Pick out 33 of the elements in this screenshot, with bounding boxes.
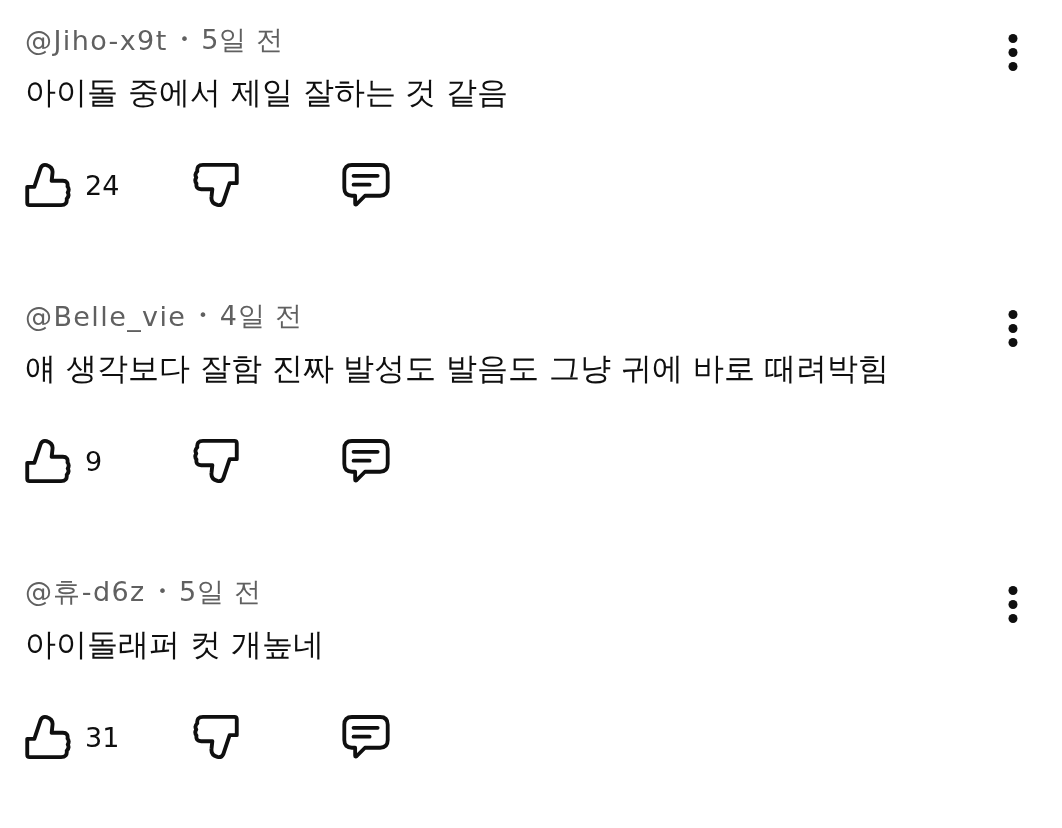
dislike-button[interactable] <box>193 438 239 484</box>
comment-text: 아이돌래퍼 컷 개높네 <box>25 625 325 664</box>
more-options-icon[interactable] <box>1008 310 1018 347</box>
reply-button[interactable] <box>342 163 390 207</box>
thumbs-down-icon <box>193 714 239 760</box>
more-options-icon[interactable] <box>1008 586 1018 623</box>
thumbs-up-icon <box>25 438 71 484</box>
thumbs-down-icon <box>193 162 239 208</box>
thumbs-down-icon <box>193 438 239 484</box>
separator-dot: • <box>179 32 190 48</box>
comment-time: 5일 전 <box>179 575 263 609</box>
thumbs-up-icon <box>25 714 71 760</box>
comment-text: 얘 생각보다 잘함 진짜 발성도 발음도 그냥 귀에 바로 때려박힘 <box>25 349 890 388</box>
reply-button[interactable] <box>342 715 390 759</box>
separator-dot: • <box>198 308 208 324</box>
comment-time: 5일 전 <box>201 23 285 57</box>
dislike-button[interactable] <box>193 162 239 208</box>
speech-bubble-icon <box>342 439 390 483</box>
dislike-button[interactable] <box>193 714 239 760</box>
comment-author[interactable]: @Belle_vie <box>25 300 187 332</box>
separator-dot: • <box>157 584 168 600</box>
comment-author[interactable]: @휴-d6z <box>25 574 146 610</box>
like-button[interactable]: 31 <box>25 714 120 760</box>
speech-bubble-icon <box>342 163 390 207</box>
more-options-icon[interactable] <box>1008 34 1018 71</box>
comment-text: 아이돌 중에서 제일 잘하는 것 같음 <box>25 73 510 112</box>
speech-bubble-icon <box>342 715 390 759</box>
like-button[interactable]: 9 <box>25 438 103 484</box>
thumbs-up-icon <box>25 162 71 208</box>
like-button[interactable]: 24 <box>25 162 120 208</box>
reply-button[interactable] <box>342 439 390 483</box>
comment-time: 4일 전 <box>219 299 303 333</box>
comment-author[interactable]: @Jiho-x9t <box>25 24 168 56</box>
